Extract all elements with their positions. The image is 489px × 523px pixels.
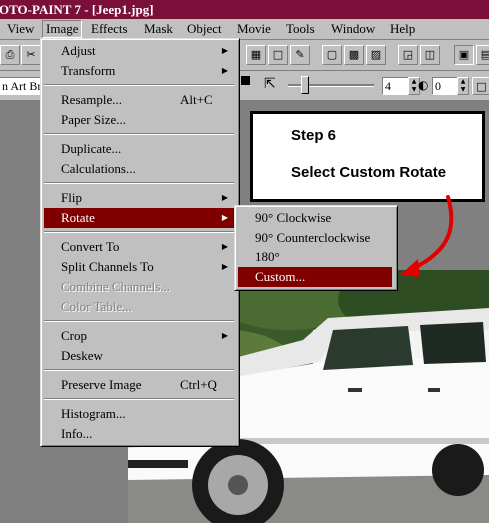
image-menu: Adjust ▶ Transform ▶ Resample... Alt+C Pape… <box>40 38 240 447</box>
brush-type-field[interactable]: n Art Brus <box>0 77 41 95</box>
opacity-field[interactable]: 0 <box>432 77 458 95</box>
menu-view[interactable]: View <box>4 21 37 37</box>
rectangle-icon[interactable]: □ <box>268 45 288 65</box>
view-icon[interactable]: ▣ <box>454 45 474 65</box>
menu-item-crop[interactable]: Crop ▶ <box>44 326 234 346</box>
size-slider-handle[interactable] <box>301 76 309 94</box>
menu-separator <box>44 231 234 233</box>
menu-bar: View Image Effects Mask Object Movie Too… <box>0 19 489 40</box>
menu-item-calculations[interactable]: Calculations... <box>44 159 234 179</box>
size-field[interactable]: 4 <box>382 77 410 95</box>
menu-item-adjust[interactable]: Adjust ▶ <box>44 41 234 61</box>
submenu-item-90-counterclockwise[interactable]: 90° Counterclockwise <box>238 228 392 248</box>
menu-item-color-table: Color Table... <box>61 299 133 314</box>
mask-grid-icon[interactable]: ▩ <box>344 45 364 65</box>
menu-separator <box>44 84 234 86</box>
menu-item-rotate[interactable]: Rotate ▶ <box>44 208 234 228</box>
submenu-item-180[interactable]: 180° <box>238 247 392 267</box>
title-bar: OTO-PAINT 7 - [Jeep1.jpg] <box>0 0 489 19</box>
menu-item-histogram[interactable]: Histogram... <box>44 404 234 424</box>
object-icon[interactable]: ◫ <box>420 45 440 65</box>
menu-window[interactable]: Window <box>328 21 378 37</box>
menu-image[interactable]: Image <box>42 20 83 38</box>
callout-arrow-icon <box>400 195 454 277</box>
step-instruction: Select Custom Rotate <box>291 164 447 181</box>
step-callout: Step 6 Select Custom Rotate <box>250 111 485 202</box>
node-edit-icon[interactable]: ▦ <box>246 45 266 65</box>
menu-separator <box>44 398 234 400</box>
edit-icon[interactable]: ✎ <box>290 45 310 65</box>
menu-separator <box>44 320 234 322</box>
layers-icon[interactable]: ▤ <box>476 45 489 65</box>
menu-object[interactable]: Object <box>184 21 225 37</box>
mask-brush-icon[interactable]: ▨ <box>366 45 386 65</box>
mask-marquee-icon[interactable]: ▢ <box>322 45 342 65</box>
menu-item-paper-size[interactable]: Paper Size... <box>44 110 234 130</box>
resize-icon: ⇱ <box>264 76 276 92</box>
opacity-spinner-icon[interactable]: ▲ ▼ <box>457 77 469 95</box>
menu-effects[interactable]: Effects <box>88 21 131 37</box>
menu-separator <box>44 182 234 184</box>
menu-separator <box>44 133 234 135</box>
rotate-submenu: 90° Clockwise 90° Counterclockwise 180° … <box>234 205 398 291</box>
menu-item-info[interactable]: Info... <box>44 424 234 444</box>
menu-item-transform[interactable]: Transform ▶ <box>44 61 234 81</box>
submenu-item-90-clockwise[interactable]: 90° Clockwise <box>238 208 392 228</box>
menu-item-combine-channels: Combine Channels... <box>61 279 171 294</box>
submenu-item-custom[interactable]: Custom... <box>238 267 392 287</box>
menu-item-resample[interactable]: Resample... Alt+C <box>44 90 234 110</box>
transform-icon[interactable]: ◲ <box>398 45 418 65</box>
menu-item-preserve-image[interactable]: Preserve Image Ctrl+Q <box>44 375 234 395</box>
menu-item-flip[interactable]: Flip ▶ <box>44 188 234 208</box>
step-number: Step 6 <box>291 127 337 144</box>
window-title: OTO-PAINT 7 - [Jeep1.jpg] <box>0 2 154 17</box>
color-swatch-icon[interactable] <box>241 76 250 85</box>
menu-separator <box>44 369 234 371</box>
cut-icon[interactable]: ✂ <box>21 45 41 65</box>
menu-mask[interactable]: Mask <box>141 21 176 37</box>
more-options-icon[interactable]: □ <box>472 77 489 95</box>
transparency-icon: ◐ <box>418 78 429 92</box>
menu-item-duplicate[interactable]: Duplicate... <box>44 139 234 159</box>
menu-item-split-channels[interactable]: Split Channels To ▶ <box>44 257 234 277</box>
print-icon[interactable]: ⎙ <box>0 45 20 65</box>
menu-item-deskew[interactable]: Deskew <box>44 346 234 366</box>
menu-item-convert-to[interactable]: Convert To ▶ <box>44 237 234 257</box>
menu-movie[interactable]: Movie <box>234 21 274 37</box>
menu-tools[interactable]: Tools <box>283 21 318 37</box>
menu-help[interactable]: Help <box>387 21 418 37</box>
